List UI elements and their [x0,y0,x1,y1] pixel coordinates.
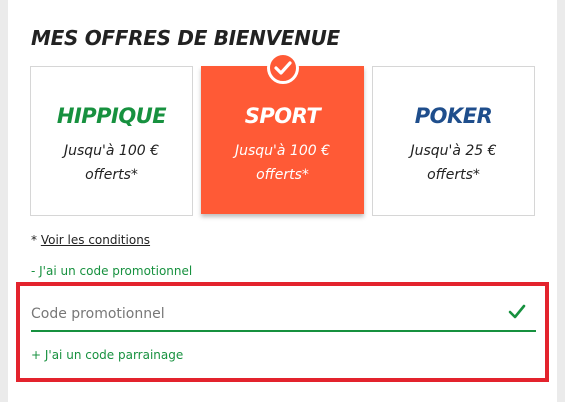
conditions-prefix: * [31,233,41,247]
offer-description: Jusqu'à 100 € offerts* [63,143,159,183]
promo-code-input[interactable] [31,299,501,329]
promo-code-field [31,299,536,332]
selected-check-icon [267,52,299,84]
offer-name: HIPPIQUE [56,104,167,128]
offer-card-poker[interactable]: POKER Jusqu'à 25 € offerts* [372,66,535,216]
promo-code-toggle[interactable]: - J'ai un code promotionnel [31,264,192,278]
offer-description: Jusqu'à 25 € offerts* [410,143,497,183]
conditions-note: * Voir les conditions [31,233,150,247]
page-title: MES OFFRES DE BIENVENUE [31,26,340,50]
conditions-link[interactable]: Voir les conditions [41,233,150,247]
offer-name: SPORT [244,104,321,128]
highlight-box [16,282,549,382]
referral-code-toggle[interactable]: + J'ai un code parrainage [31,348,183,362]
offer-card-sport[interactable]: SPORT Jusqu'à 100 € offerts* [201,66,364,214]
offer-card-hippique[interactable]: HIPPIQUE Jusqu'à 100 € offerts* [30,66,193,216]
offer-description: Jusqu'à 100 € offerts* [234,143,330,183]
check-icon [508,304,526,323]
offer-name: POKER [414,104,493,128]
